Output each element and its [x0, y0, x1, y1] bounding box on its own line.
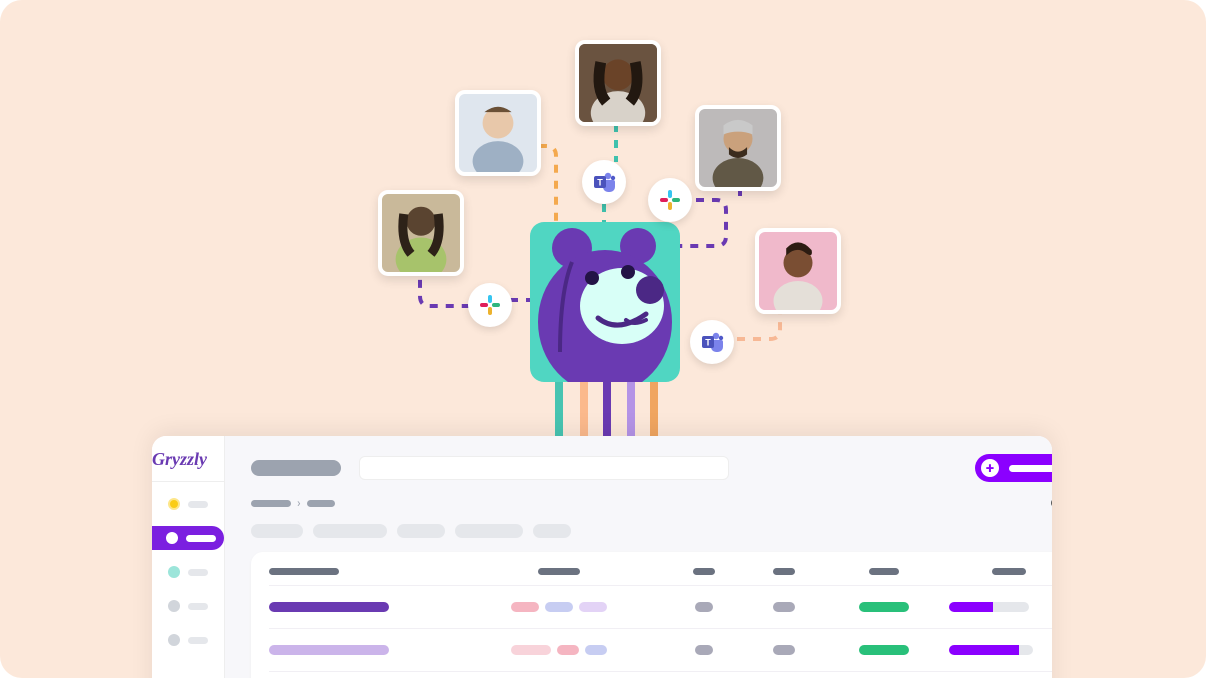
svg-text:Gryzzly: Gryzzly: [152, 449, 208, 469]
col-c1[interactable]: [693, 568, 715, 575]
cell-c2: [773, 602, 795, 612]
svg-text:T: T: [597, 178, 603, 188]
sidebar-item-label: [188, 501, 208, 508]
sidebar-item-label: [188, 603, 208, 610]
cell-status: [859, 645, 909, 655]
sidebar-item-reports[interactable]: [160, 628, 216, 652]
sidebar-item-time[interactable]: [160, 594, 216, 618]
cell-progress: [949, 602, 1052, 612]
add-button[interactable]: +: [975, 454, 1052, 482]
sidebar-item-projects[interactable]: [152, 526, 224, 550]
search-input[interactable]: [359, 456, 729, 480]
cell-progress: [949, 645, 1052, 655]
cell-status: [859, 602, 909, 612]
member-photo-1: [378, 190, 464, 276]
main-panel: + ›: [225, 436, 1052, 678]
filter-chip[interactable]: [313, 524, 387, 538]
sidebar-item-team[interactable]: [160, 560, 216, 584]
table-row[interactable]: [269, 585, 1052, 628]
cell-tags: [459, 645, 659, 655]
cell-name: [269, 645, 389, 655]
col-status[interactable]: [869, 568, 899, 575]
marketing-hero-canvas: T T Gryzzly: [0, 0, 1206, 678]
col-c2[interactable]: [773, 568, 795, 575]
cell-c2: [773, 645, 795, 655]
col-tags[interactable]: [538, 568, 580, 575]
sidebar-item-label: [186, 535, 216, 542]
slack-icon: [468, 283, 512, 327]
filter-chip[interactable]: [533, 524, 571, 538]
svg-text:T: T: [705, 338, 711, 348]
sidebar-item-label: [188, 637, 208, 644]
filter-chip[interactable]: [455, 524, 523, 538]
dot-icon: [168, 634, 180, 646]
col-name[interactable]: [269, 568, 339, 575]
cell-c1: [695, 602, 713, 612]
teams-icon: T: [582, 160, 626, 204]
projects-table: [251, 552, 1052, 678]
cell-tags: [459, 602, 659, 612]
member-photo-4: [695, 105, 781, 191]
sidebar: Gryzzly: [152, 436, 225, 678]
dashboard-window: Gryzzly: [152, 436, 1052, 678]
table-header: [269, 568, 1052, 585]
subheader: ›: [251, 496, 1052, 510]
sidebar-item-label: [188, 569, 208, 576]
cell-name: [269, 602, 389, 612]
page-title: [251, 460, 341, 476]
status-dot-icon: [1051, 498, 1052, 508]
dot-icon: [168, 566, 180, 578]
filter-chip[interactable]: [251, 524, 303, 538]
topbar: +: [251, 454, 1052, 482]
dot-icon: [168, 498, 180, 510]
filter-chip[interactable]: [397, 524, 445, 538]
member-photo-5: [755, 228, 841, 314]
cell-c1: [695, 645, 713, 655]
col-progress[interactable]: [992, 568, 1026, 575]
breadcrumb[interactable]: ›: [251, 496, 335, 510]
plus-icon: +: [981, 459, 999, 477]
dot-icon: [168, 600, 180, 612]
member-photo-3: [575, 40, 661, 126]
slack-icon: [648, 178, 692, 222]
member-photo-2: [455, 90, 541, 176]
teams-icon: T: [690, 320, 734, 364]
gryzzly-mascot: [530, 222, 680, 382]
table-row[interactable]: [269, 628, 1052, 671]
add-button-label: [1009, 465, 1052, 472]
table-row[interactable]: [269, 671, 1052, 678]
brand-logo[interactable]: Gryzzly: [152, 436, 224, 482]
sidebar-item-home[interactable]: [160, 492, 216, 516]
dot-icon: [166, 532, 178, 544]
filter-chips: [251, 524, 1052, 538]
status-indicator: [1051, 498, 1052, 508]
